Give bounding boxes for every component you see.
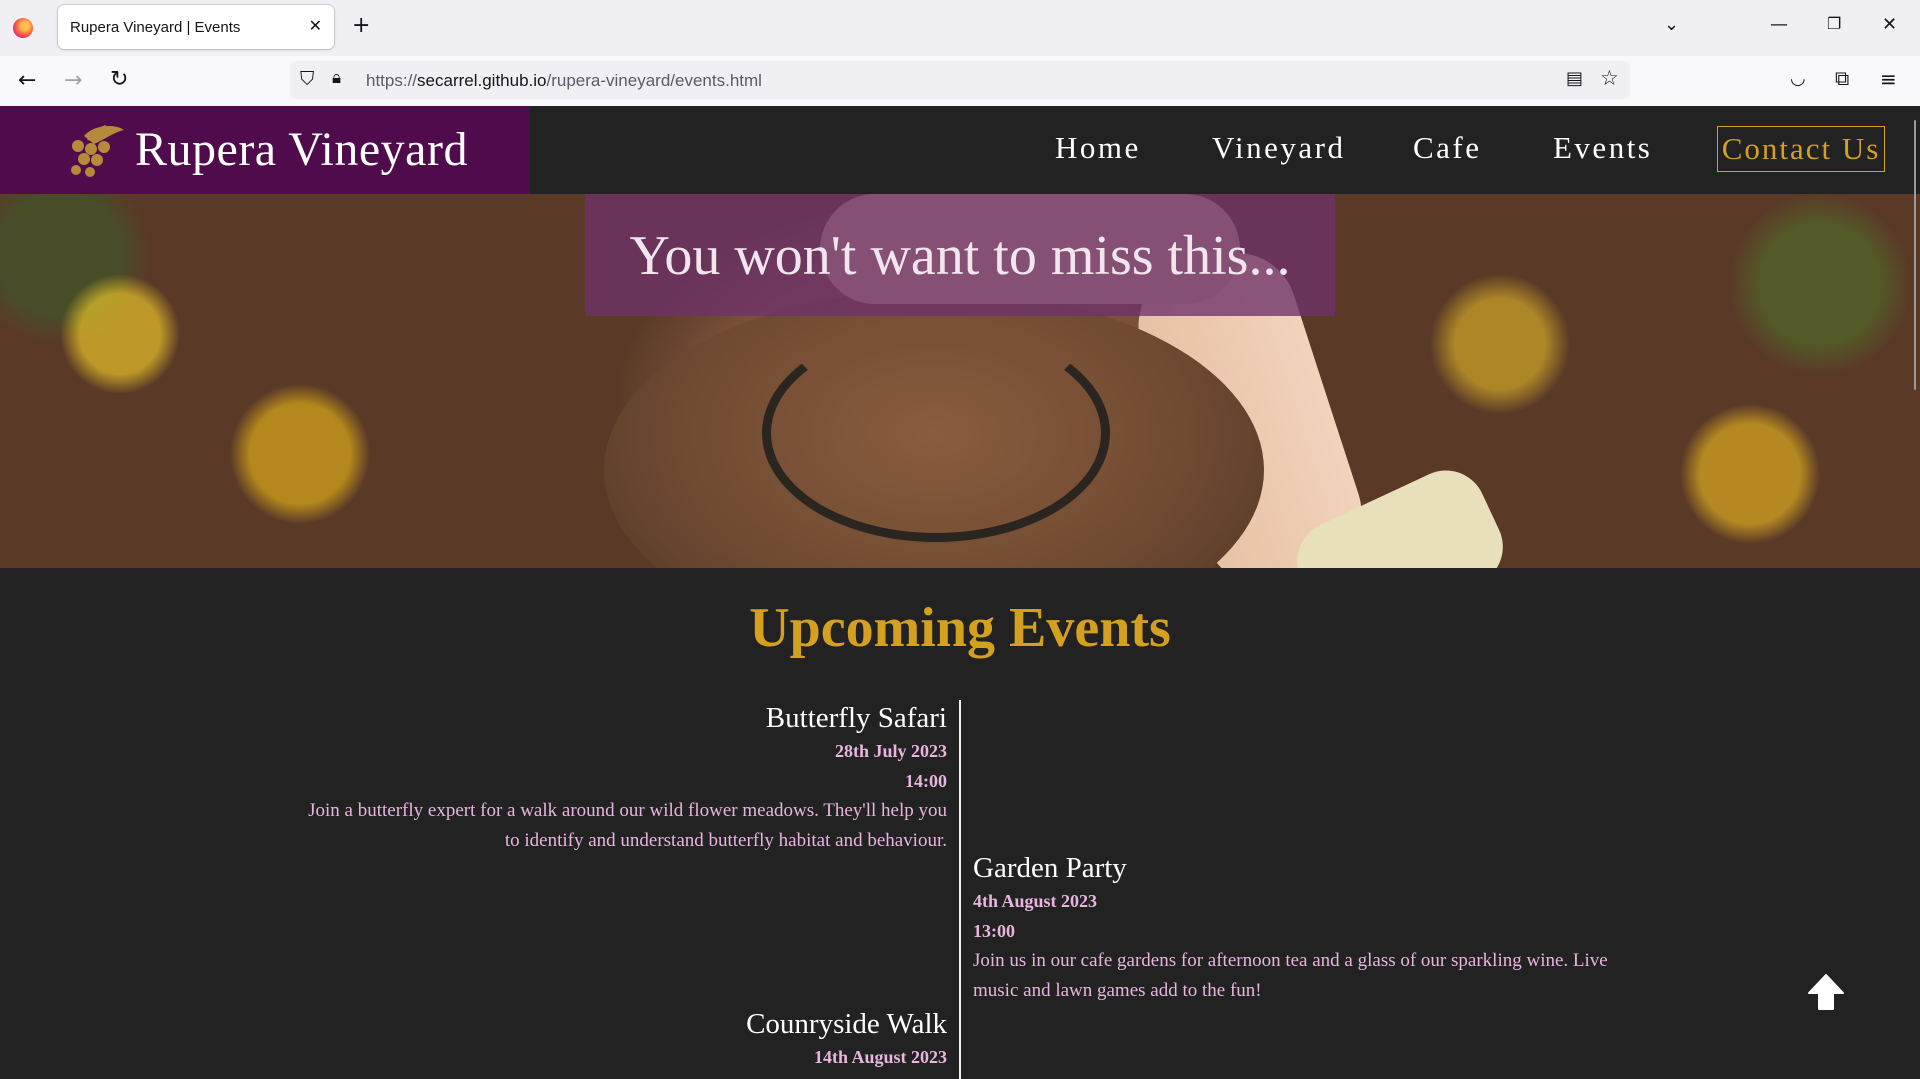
event-title: Garden Party <box>973 852 1127 884</box>
event-item: Counryside Walk 14th August 2023 <box>307 1006 947 1072</box>
event-time: 14:00 <box>905 771 947 791</box>
url-bar[interactable]: ⛉ 🔒︎ https://secarrel.github.io/rupera-v… <box>290 61 1630 99</box>
scrollbar[interactable] <box>1914 120 1916 390</box>
lock-icon[interactable]: 🔒︎ <box>332 70 341 87</box>
reload-icon[interactable]: ↻ <box>110 69 128 91</box>
reader-view-icon[interactable]: ▤ <box>1566 70 1583 88</box>
hat-band <box>762 324 1110 542</box>
brand-block[interactable]: Rupera Vineyard <box>0 106 530 194</box>
event-title: Counryside Walk <box>746 1008 947 1040</box>
browser-tab[interactable]: Rupera Vineyard | Events ✕ <box>58 5 334 49</box>
menu-icon[interactable]: ≡ <box>1880 69 1897 89</box>
pocket-icon[interactable]: ◡ <box>1790 70 1806 88</box>
chevron-down-icon[interactable]: ⌄ <box>1664 16 1679 34</box>
nav-home[interactable]: Home <box>1055 130 1141 166</box>
forward-icon[interactable]: → <box>64 70 82 92</box>
event-item: Garden Party 4th August 2023 13:00 Join … <box>973 850 1613 1006</box>
minimize-icon[interactable]: — <box>1770 16 1788 34</box>
browser-tab-bar: Rupera Vineyard | Events ✕ + ⌄ — ❐ ✕ <box>0 0 1920 56</box>
shield-icon[interactable]: ⛉ <box>300 70 314 89</box>
extensions-icon[interactable]: ⧉ <box>1835 68 1849 88</box>
plus-icon[interactable]: + <box>352 12 370 40</box>
nav-events[interactable]: Events <box>1553 130 1652 166</box>
hero-caption-text: You won't want to miss this... <box>629 225 1291 287</box>
close-window-icon[interactable]: ✕ <box>1882 16 1897 34</box>
section-title: Upcoming Events <box>749 597 1171 659</box>
nav-cafe[interactable]: Cafe <box>1413 130 1482 166</box>
firefox-logo-icon <box>13 18 33 38</box>
timeline-line <box>959 700 961 1079</box>
grape-logo-icon <box>71 125 124 177</box>
nav-vineyard[interactable]: Vineyard <box>1212 130 1345 166</box>
event-date: 4th August 2023 <box>973 891 1098 911</box>
event-item: Butterfly Safari 28th July 2023 14:00 Jo… <box>307 700 947 856</box>
url-text[interactable]: https://secarrel.github.io/rupera-vineya… <box>366 71 762 91</box>
arrow-up-icon[interactable] <box>1806 972 1846 1012</box>
browser-nav-bar: ← → ↻ ⛉ 🔒︎ https://secarrel.github.io/ru… <box>0 56 1920 107</box>
brand-name[interactable]: Rupera Vineyard <box>135 122 468 177</box>
event-date: 14th August 2023 <box>813 1047 947 1067</box>
close-icon[interactable]: ✕ <box>309 16 322 35</box>
site-header: Rupera Vineyard Home Vineyard Cafe Event… <box>0 106 1920 194</box>
event-title: Butterfly Safari <box>765 702 947 734</box>
tab-title: Rupera Vineyard | Events <box>70 19 241 36</box>
restore-icon[interactable]: ❐ <box>1827 16 1841 32</box>
star-icon[interactable]: ☆ <box>1600 68 1619 89</box>
event-description: Join us in our cafe gardens for afternoo… <box>973 950 1608 1001</box>
nav-contact-us[interactable]: Contact Us <box>1717 126 1885 172</box>
event-description: Join a butterfly expert for a walk aroun… <box>308 800 947 851</box>
event-time: 13:00 <box>973 921 1015 941</box>
back-icon[interactable]: ← <box>18 70 36 92</box>
hero-caption: You won't want to miss this... <box>585 194 1335 316</box>
event-date: 28th July 2023 <box>834 741 947 761</box>
